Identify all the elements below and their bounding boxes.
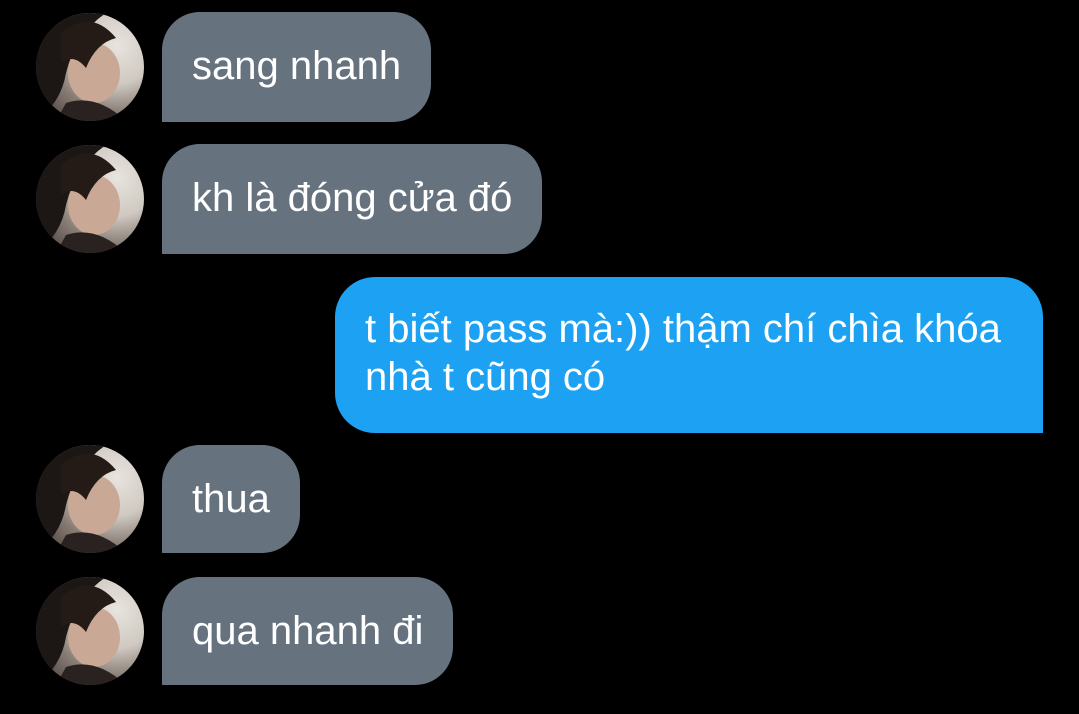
message-bubble[interactable]: qua nhanh đi (162, 577, 454, 685)
message-bubble[interactable]: thua (162, 445, 300, 553)
avatar-photo-icon (36, 145, 126, 253)
message-text: qua nhanh đi (192, 609, 424, 653)
avatar-photo-icon (36, 13, 126, 121)
message-row-incoming: kh là đóng cửa đó (0, 144, 1079, 254)
user-avatar[interactable] (36, 445, 144, 553)
avatar-photo-icon (36, 577, 126, 685)
message-bubble[interactable]: kh là đóng cửa đó (162, 144, 543, 254)
message-bubble[interactable]: t biết pass mà:)) thậm chí chìa khóa nhà… (335, 277, 1043, 433)
message-text: sang nhanh (192, 44, 402, 88)
message-row-incoming: qua nhanh đi (0, 577, 1079, 687)
message-bubble[interactable]: sang nhanh (162, 12, 432, 122)
user-avatar[interactable] (36, 577, 144, 685)
user-avatar[interactable] (36, 13, 144, 121)
message-text: kh là đóng cửa đó (192, 176, 513, 220)
avatar-photo-icon (36, 445, 126, 553)
message-row-outgoing: t biết pass mà:)) thậm chí chìa khóa nhà… (0, 277, 1079, 433)
user-avatar[interactable] (36, 145, 144, 253)
message-row-incoming: sang nhanh (0, 12, 1079, 122)
message-row-incoming: thua (0, 445, 1079, 555)
message-text: t biết pass mà:)) thậm chí chìa khóa nhà… (365, 307, 1001, 399)
message-text: thua (192, 477, 270, 521)
